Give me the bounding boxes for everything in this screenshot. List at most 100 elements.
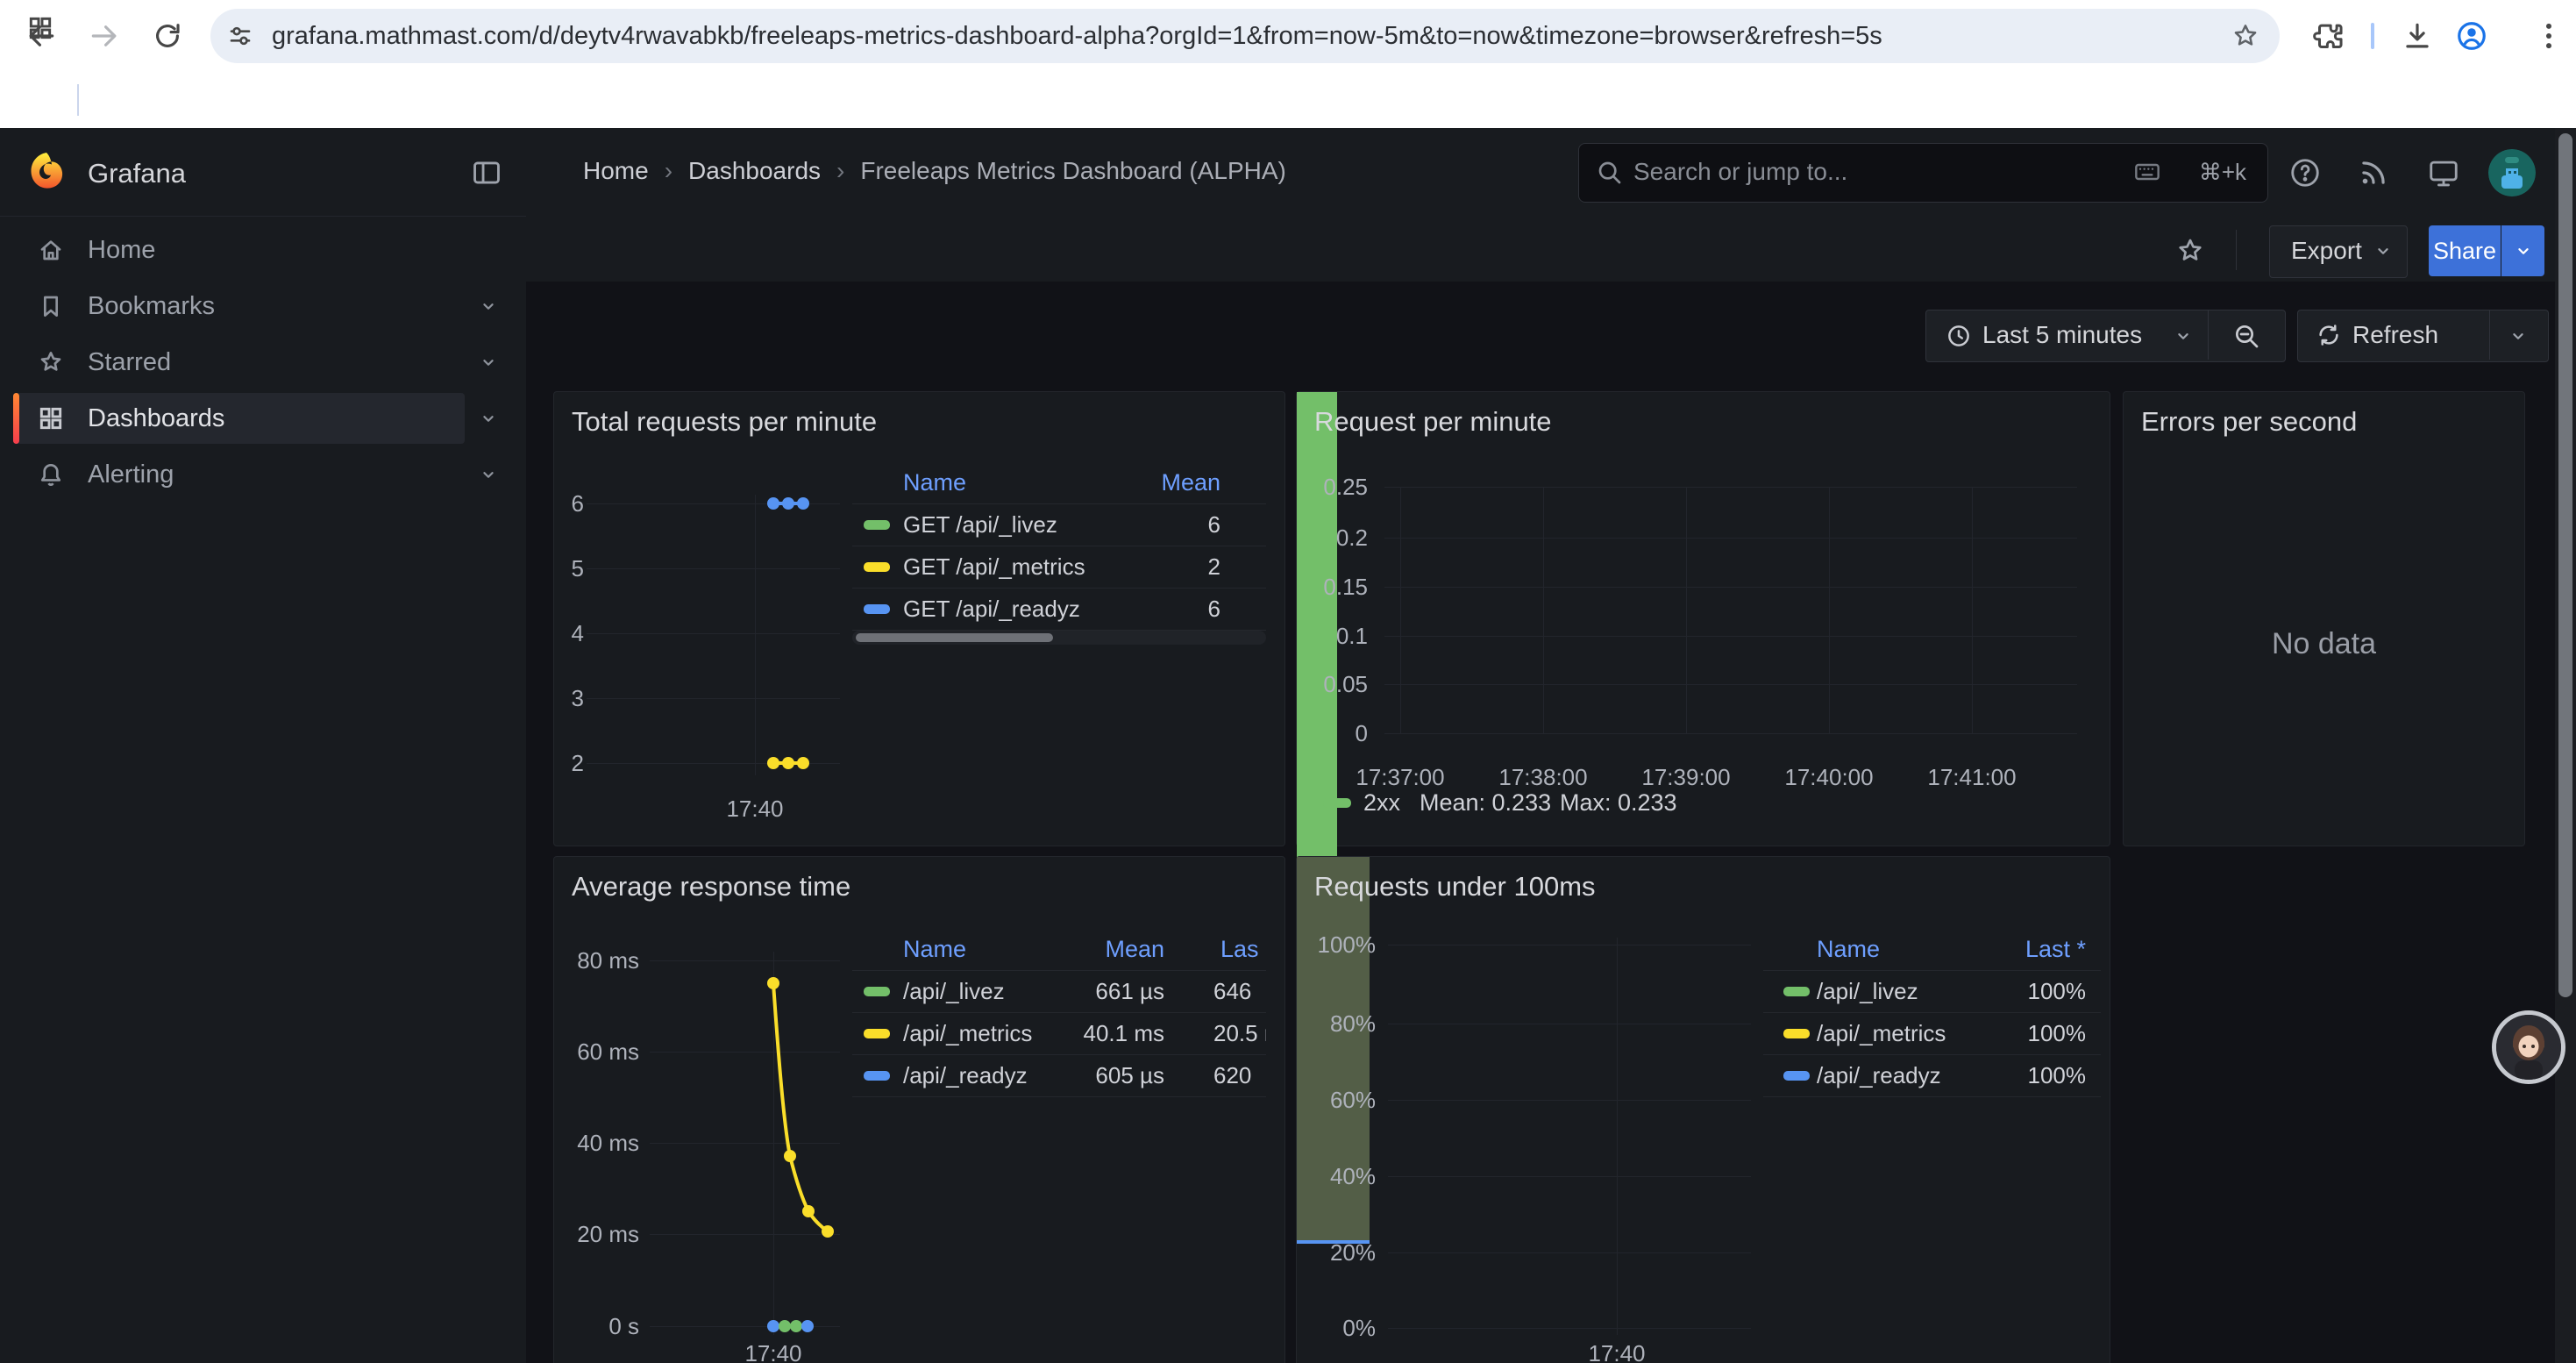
legend-row: /api/_readyz 100%: [1763, 1055, 2101, 1097]
series-name[interactable]: /api/_livez: [903, 971, 1005, 1012]
floating-assistant-avatar[interactable]: [2492, 1010, 2565, 1084]
legend-hscrollbar-thumb[interactable]: [856, 633, 1053, 642]
time-range-picker[interactable]: Last 5 minutes: [1926, 310, 2208, 361]
bookmark-star-icon[interactable]: [2231, 21, 2260, 51]
export-button[interactable]: Export: [2269, 225, 2408, 278]
gridline: [587, 698, 840, 699]
series-name[interactable]: /api/_metrics: [903, 1013, 1032, 1054]
series-name[interactable]: /api/_readyz: [1817, 1055, 1941, 1096]
legend-col-last[interactable]: Las: [1220, 929, 1259, 970]
legend-col-name[interactable]: Name: [1817, 929, 1880, 970]
sidebar-item-alerting[interactable]: Alerting: [0, 447, 526, 502]
series-name[interactable]: /api/_metrics: [1817, 1013, 1946, 1054]
sidebar-item-starred[interactable]: Starred: [0, 335, 526, 389]
chevron-down-icon[interactable]: [479, 465, 498, 484]
gridline: [1384, 636, 2077, 637]
search-shortcut: ⌘+k: [2199, 144, 2246, 200]
series-mean: 40.1 ms: [1084, 1013, 1165, 1054]
refresh-interval-dropdown[interactable]: [2490, 310, 2546, 360]
legend-col-name[interactable]: Name: [903, 462, 966, 503]
page-scrollbar-thumb[interactable]: [2558, 133, 2572, 997]
time-range-group: Last 5 minutes: [1925, 310, 2286, 362]
active-item-accent: [13, 393, 19, 444]
legend-col-last[interactable]: Last *: [2025, 929, 2086, 970]
series-name[interactable]: GET /api/_livez: [903, 504, 1057, 546]
zoom-out-button[interactable]: [2209, 310, 2284, 360]
series-swatch: [1783, 987, 1810, 996]
search-input[interactable]: Search or jump to... ⌘+k: [1578, 143, 2268, 203]
refresh-button[interactable]: Refresh: [2298, 310, 2489, 360]
reload-icon[interactable]: [151, 19, 184, 53]
series-name[interactable]: /api/_livez: [1817, 971, 1918, 1012]
sidebar-item-dashboards[interactable]: Dashboards: [0, 391, 526, 446]
legend-row: /api/_readyz 605 µs 620: [852, 1055, 1266, 1097]
series-last: 20.5 r: [1213, 1013, 1266, 1054]
series-name[interactable]: /api/_readyz: [903, 1055, 1028, 1096]
sidebar-collapse-icon[interactable]: [470, 156, 503, 189]
sidebar-item-bookmarks[interactable]: Bookmarks: [0, 279, 526, 333]
panel-title[interactable]: Errors per second: [2141, 406, 2357, 438]
news-rss-icon[interactable]: [2357, 156, 2390, 189]
panel-average-response-time: Average response time 80 ms 60 ms 40 ms …: [553, 856, 1285, 1363]
apps-grid-icon[interactable]: [26, 14, 54, 42]
legend-hscrollbar[interactable]: [852, 631, 1266, 645]
gridline: [1388, 1252, 1751, 1253]
panel-title[interactable]: Requests under 100ms: [1314, 871, 1596, 903]
gridline: [1829, 487, 1830, 733]
share-dropdown-button[interactable]: [2501, 225, 2544, 276]
address-bar[interactable]: grafana.mathmast.com/d/deytv4rwavabkb/fr…: [210, 9, 2280, 63]
panel-title[interactable]: Request per minute: [1314, 406, 1552, 438]
series-name[interactable]: GET /api/_metrics: [903, 546, 1085, 588]
active-item-highlight: [13, 393, 465, 444]
legend-col-mean[interactable]: Mean: [1105, 929, 1164, 970]
zoom-out-icon: [2232, 322, 2260, 350]
extensions-icon[interactable]: [2311, 19, 2345, 53]
url-text[interactable]: grafana.mathmast.com/d/deytv4rwavabkb/fr…: [272, 9, 2201, 63]
chevron-down-icon[interactable]: [479, 296, 498, 316]
keyboard-icon: [2132, 158, 2162, 186]
gridline: [1388, 1100, 1751, 1101]
legend-col-mean[interactable]: Mean: [1161, 462, 1220, 503]
help-icon[interactable]: [2288, 156, 2322, 189]
bookmarks-divider: [77, 84, 79, 116]
series-swatch: [864, 1071, 890, 1081]
share-button[interactable]: Share: [2429, 225, 2501, 276]
series-mean: 2: [1208, 546, 1220, 588]
series-swatch: [1783, 1029, 1810, 1038]
breadcrumb-home[interactable]: Home: [583, 157, 649, 184]
panel-total-requests: Total requests per minute 6 5 4 3 2 17:4…: [553, 391, 1285, 846]
panel-request-per-minute: Request per minute 0.25 0.2 0.15 0.1 0.0…: [1296, 391, 2110, 846]
series-mean: 661 µs: [1095, 971, 1164, 1012]
home-icon: [37, 236, 65, 264]
grafana-logo[interactable]: [25, 150, 68, 194]
legend-col-name[interactable]: Name: [903, 929, 966, 970]
y-tick: 4: [554, 619, 584, 647]
page-scrollbar[interactable]: [2555, 128, 2576, 1363]
site-settings-icon[interactable]: [226, 22, 254, 50]
gridline: [755, 495, 756, 775]
grafana-header: Home Dashboards Freeleaps Metrics Dashboar…: [526, 128, 2576, 219]
series-name[interactable]: GET /api/_readyz: [903, 589, 1080, 630]
legend-row: /api/_metrics 40.1 ms 20.5 r: [852, 1013, 1266, 1055]
series-max-label: Max: 0.233: [1560, 789, 1677, 817]
breadcrumb-current: Freeleaps Metrics Dashboard (ALPHA): [860, 157, 1286, 184]
y-tick: 60%: [1297, 1086, 1376, 1114]
downloads-icon[interactable]: [2401, 19, 2434, 53]
pinned-extension-divider: [2371, 23, 2374, 49]
browser-menu-icon[interactable]: [2532, 19, 2565, 53]
forward-icon[interactable]: [88, 19, 121, 53]
export-label: Export: [2291, 226, 2362, 275]
chevron-down-icon[interactable]: [479, 409, 498, 428]
breadcrumb-dashboards[interactable]: Dashboards: [688, 157, 821, 184]
profile-icon[interactable]: [2455, 19, 2488, 53]
favorite-star-icon[interactable]: [2174, 235, 2206, 267]
panel-title[interactable]: Total requests per minute: [572, 406, 877, 438]
search-placeholder: Search or jump to...: [1633, 144, 1847, 200]
sidebar-item-home[interactable]: Home: [0, 223, 526, 277]
user-avatar[interactable]: [2488, 149, 2536, 196]
series-swatch: [864, 1029, 890, 1038]
tv-kiosk-icon[interactable]: [2427, 156, 2460, 189]
gridline: [1384, 587, 2077, 588]
chevron-down-icon[interactable]: [479, 353, 498, 372]
series-name[interactable]: 2xx: [1363, 789, 1400, 817]
